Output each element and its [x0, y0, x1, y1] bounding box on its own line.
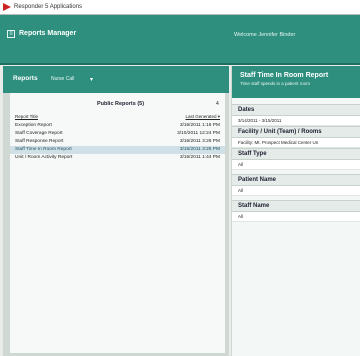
app-icon	[3, 3, 11, 11]
dates-value-text: 3/14/2011 - 3/15/2011	[238, 118, 282, 123]
reports-label: Reports	[13, 75, 38, 82]
report-title: Staff Time In Room Report	[15, 147, 72, 152]
dates-value: 3/14/2011 - 3/15/2011	[232, 116, 360, 126]
report-date: 3/16/2011 1:44 PM	[179, 155, 220, 160]
patient-name-value: All	[232, 186, 360, 196]
section-label: Dates	[238, 107, 255, 113]
section-label: Staff Type	[238, 151, 267, 157]
section-staff-type[interactable]: Staff Type	[232, 148, 360, 160]
section-label: Staff Name	[238, 203, 270, 209]
report-details-subtitle: Time staff spends in a patient room	[240, 81, 311, 86]
table-row[interactable]: Staff Coverage Report 3/10/2011 12:24 PM	[10, 130, 225, 138]
reports-panel-header: Reports Nurse Call ▾	[3, 66, 229, 93]
staff-name-value: All	[232, 212, 360, 222]
app-title: Reports Manager	[19, 30, 77, 37]
section-patient-name[interactable]: Patient Name	[232, 174, 360, 186]
report-details-title: Staff Time In Room Report	[240, 72, 329, 79]
report-date: 3/10/2011 12:24 PM	[177, 131, 220, 136]
report-title: Staff Response Report	[15, 139, 64, 144]
staff-type-value: All	[232, 160, 360, 170]
facility-value-text: Facility: Mt. Prospect Medical Center Un	[238, 140, 319, 145]
section-facility[interactable]: Facility / Unit (Team) / Rooms	[232, 126, 360, 138]
window-title: Responder 5 Applications	[14, 4, 83, 10]
table-columns: Report Title Last Generated ▾	[10, 114, 225, 122]
welcome-text: Welcome Jennifer Binder	[234, 32, 296, 38]
report-title: Unit / Room Activity Report	[15, 155, 73, 160]
table-row-selected[interactable]: Staff Time In Room Report 3/15/2011 3:26…	[10, 146, 225, 154]
section-dates[interactable]: Dates	[232, 104, 360, 116]
report-title: Exception Report	[15, 123, 52, 128]
column-report-title[interactable]: Report Title	[15, 114, 38, 119]
window-titlebar: Responder 5 Applications	[0, 0, 360, 15]
table-row[interactable]: Unit / Room Activity Report 3/16/2011 1:…	[10, 154, 225, 162]
staff-type-value-text: All	[238, 162, 244, 167]
report-count: 4	[216, 101, 219, 107]
reports-table-header: Public Reports (5) 4	[10, 98, 225, 114]
section-label: Patient Name	[238, 177, 277, 183]
report-date: 3/16/2011 3:26 PM	[179, 139, 220, 144]
report-date: 3/15/2011 3:26 PM	[179, 147, 220, 152]
patient-name-value-text: All	[238, 188, 244, 193]
section-staff-name[interactable]: Staff Name	[232, 200, 360, 212]
report-title: Staff Coverage Report	[15, 131, 63, 136]
staff-name-value-text: All	[238, 214, 244, 219]
table-row[interactable]: Exception Report 3/16/2011 1:16 PM	[10, 122, 225, 130]
report-date: 3/16/2011 1:16 PM	[179, 123, 220, 128]
report-details-panel: Staff Time In Room Report Time staff spe…	[231, 66, 360, 356]
app-header: ≡ Reports Manager Welcome Jennifer Binde…	[0, 15, 360, 65]
menu-icon[interactable]: ≡	[7, 30, 15, 38]
report-filter-value[interactable]: Nurse Call	[51, 76, 74, 82]
public-reports-title: Public Reports (5)	[97, 101, 145, 107]
chevron-down-icon[interactable]: ▾	[90, 76, 93, 83]
facility-value: Facility: Mt. Prospect Medical Center Un	[232, 138, 360, 148]
table-row[interactable]: Staff Response Report 3/16/2011 3:26 PM	[10, 138, 225, 146]
column-last-generated[interactable]: Last Generated ▾	[185, 114, 220, 120]
report-details-header: Staff Time In Room Report Time staff spe…	[232, 66, 360, 98]
reports-panel: Reports Nurse Call ▾ Public Reports (5) …	[3, 66, 229, 356]
reports-table: Public Reports (5) 4 Report Title Last G…	[10, 93, 225, 353]
section-label: Facility / Unit (Team) / Rooms	[238, 129, 322, 135]
